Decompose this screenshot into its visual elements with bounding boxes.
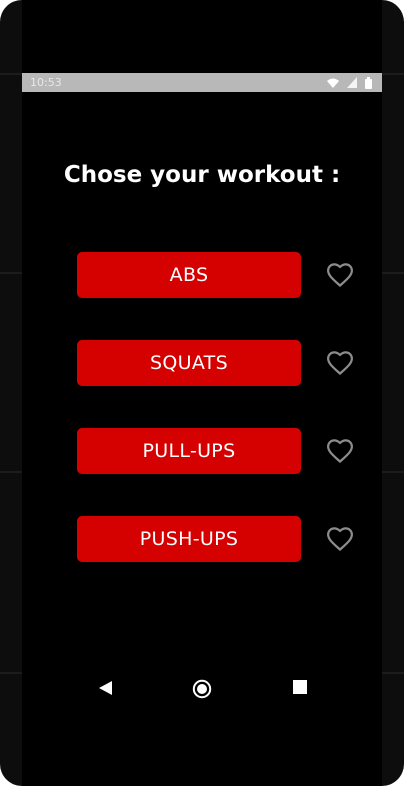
home-icon[interactable] xyxy=(192,679,212,699)
app-screen: 10:53 Chose your workout: ABS SQUATS PU… xyxy=(22,0,382,786)
battery-icon xyxy=(365,76,372,89)
phone-frame: 10:53 Chose your workout: ABS SQUATS PU… xyxy=(0,0,404,786)
pull-ups-button[interactable]: PULL-UPS xyxy=(77,428,301,474)
signal-icon xyxy=(347,77,357,88)
heart-outline-icon[interactable] xyxy=(325,348,355,378)
squats-button[interactable]: SQUATS xyxy=(77,340,301,386)
push-ups-button[interactable]: PUSH-UPS xyxy=(77,516,301,562)
page-title: Chose your workout : xyxy=(63,162,341,188)
heart-outline-icon[interactable] xyxy=(325,524,355,554)
back-icon[interactable] xyxy=(97,679,115,697)
abs-button[interactable]: ABS xyxy=(77,252,301,298)
heart-outline-icon[interactable] xyxy=(325,260,355,290)
status-time: 10:53 xyxy=(30,76,62,89)
navigation-bar xyxy=(22,670,382,706)
workout-row-squats: SQUATS xyxy=(77,340,357,386)
recents-icon[interactable] xyxy=(292,679,310,697)
status-icons xyxy=(327,76,372,89)
wifi-icon xyxy=(327,78,339,88)
heart-outline-icon[interactable] xyxy=(325,436,355,466)
workout-row-abs: ABS xyxy=(77,252,357,298)
status-bar: 10:53 xyxy=(22,73,382,92)
workout-row-push-ups: PUSH-UPS xyxy=(77,516,357,562)
workout-row-pull-ups: PULL-UPS xyxy=(77,428,357,474)
